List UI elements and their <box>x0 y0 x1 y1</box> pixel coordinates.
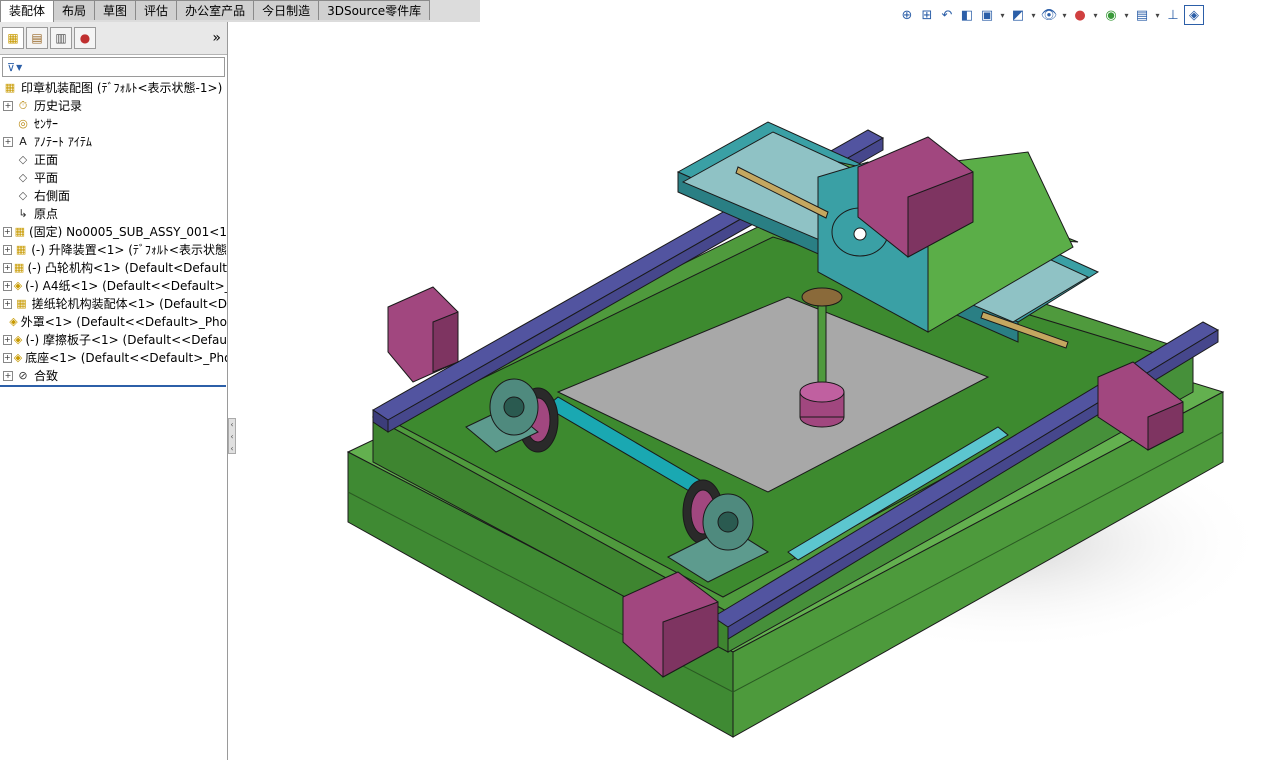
mates-icon: ⊘ <box>18 369 28 382</box>
expand-toggle[interactable]: + <box>3 245 13 255</box>
history-icon: ⏱ <box>18 99 28 112</box>
tree-item[interactable]: + ▦ (固定) No0005_SUB_ASSY_001<1 <box>0 223 227 241</box>
tree-item[interactable]: ◇ 正面 <box>0 151 227 169</box>
tree-item[interactable]: ◇ 右側面 <box>0 187 227 205</box>
configuration-manager-icon[interactable]: ▥ <box>50 27 72 49</box>
tree-item-label: ｱﾉﾃｰﾄ ｱｲﾃﾑ <box>34 135 92 149</box>
feature-manager-panel: ▦ ▤ ▥ ● » ⊽ ▼ ▦ 印章机装配图 (ﾃﾞﾌｫﾙﾄ<表示状態-1>) + ⏱ 历… <box>0 22 228 760</box>
tree-item[interactable]: + ◈ (-) 摩擦板子<1> (Default<<Defau <box>0 331 227 349</box>
part-icon: ◈ <box>9 315 18 328</box>
tree-item-label: 平面 <box>34 171 59 185</box>
tree-item[interactable]: + A ｱﾉﾃｰﾄ ｱｲﾃﾑ <box>0 133 227 151</box>
tree-filter[interactable]: ⊽ ▼ <box>2 57 225 77</box>
tree-item[interactable]: + ◈ 底座<1> (Default<<Default>_Pho <box>0 349 227 367</box>
assembly-icon: ▦ <box>14 225 26 238</box>
panel-tabs: ▦ ▤ ▥ ● » <box>0 22 227 55</box>
plane-icon: ◇ <box>18 189 28 202</box>
tab-2[interactable]: 草图 <box>94 0 137 20</box>
feature-manager-icon[interactable]: ▦ <box>2 27 24 49</box>
annotation-icon: A <box>19 135 27 148</box>
tree-item-label: (-) 升降装置<1> (ﾃﾞﾌｫﾙﾄ<表示状態 <box>31 243 227 257</box>
tree-item-label: 底座<1> (Default<<Default>_Pho <box>25 351 227 365</box>
tab-6[interactable]: 3DSource零件库 <box>318 0 431 20</box>
tree-item[interactable]: ↳ 原点 <box>0 205 227 223</box>
property-manager-icon[interactable]: ▤ <box>26 27 48 49</box>
tree-item-label: 原点 <box>34 207 59 221</box>
tree-item-label: 右側面 <box>34 189 71 203</box>
tree-item[interactable]: + ▦ 搓纸轮机构装配体<1> (Default<D <box>0 295 227 313</box>
tree-item-label: (-) A4纸<1> (Default<<Default>_ <box>25 279 227 293</box>
expand-toggle[interactable]: + <box>3 263 12 273</box>
tree-item-label: 搓纸轮机构装配体<1> (Default<D <box>31 297 227 311</box>
expand-toggle[interactable]: + <box>3 137 13 147</box>
tree-item[interactable]: ◈ 外罩<1> (Default<<Default>_Pho <box>0 313 227 331</box>
expand-toggle[interactable]: + <box>3 299 13 309</box>
panel-collapse-button[interactable]: » <box>212 30 221 46</box>
tree-root-label: 印章机装配图 (ﾃﾞﾌｫﾙﾄ<表示状態-1>) <box>21 81 223 95</box>
assembly-icon: ▦ <box>4 81 16 94</box>
tab-4[interactable]: 办公室产品 <box>176 0 255 20</box>
assembly-icon: ▦ <box>16 297 27 310</box>
tab-5[interactable]: 今日制造 <box>253 0 320 20</box>
tree-item-label: 历史记录 <box>34 99 83 113</box>
expand-toggle[interactable]: + <box>3 227 12 237</box>
tab-1[interactable]: 布局 <box>53 0 96 20</box>
part-icon: ◈ <box>13 351 23 364</box>
tree-rollback-bar[interactable] <box>0 385 226 387</box>
graphics-area[interactable] <box>228 22 1271 760</box>
display-manager-icon[interactable]: ● <box>74 27 96 49</box>
tree-item-label: (-) 摩擦板子<1> (Default<<Defau <box>25 333 227 347</box>
tree-item-label: 正面 <box>34 153 59 167</box>
tree-item-label: (-) 凸轮机构<1> (Default<Default <box>27 261 228 275</box>
assembly-icon: ▦ <box>13 261 25 274</box>
tree-item[interactable]: + ⏱ 历史记录 <box>0 97 227 115</box>
tree-item-label: (固定) No0005_SUB_ASSY_001<1 <box>28 225 227 239</box>
feature-tree: ▦ 印章机装配图 (ﾃﾞﾌｫﾙﾄ<表示状態-1>) + ⏱ 历史记录 ◎ ｾﾝｻｰ + A ｱﾉﾃ… <box>0 79 227 387</box>
expand-toggle[interactable]: + <box>3 371 13 381</box>
tree-item-label: 外罩<1> (Default<<Default>_Pho <box>20 315 227 329</box>
tree-item-label: 合致 <box>34 369 59 383</box>
tree-item[interactable]: + ▦ (-) 升降装置<1> (ﾃﾞﾌｫﾙﾄ<表示状態 <box>0 241 227 259</box>
plane-icon: ◇ <box>18 153 28 166</box>
expand-toggle[interactable]: + <box>3 281 12 291</box>
part-icon: ◈ <box>13 333 23 346</box>
origin-icon: ↳ <box>18 207 28 220</box>
tree-item[interactable]: + ▦ (-) 凸轮机构<1> (Default<Default <box>0 259 227 277</box>
tree-item-label: ｾﾝｻｰ <box>34 117 59 131</box>
tree-item[interactable]: + ⊘ 合致 <box>0 367 227 385</box>
filter-icon: ⊽ <box>7 60 16 74</box>
tree-item[interactable]: + ◈ (-) A4纸<1> (Default<<Default>_ <box>0 277 227 295</box>
tree-item[interactable]: ◇ 平面 <box>0 169 227 187</box>
command-manager-tabs: 装配体 布局 草图 评估 办公室产品 今日制造 3DSource零件库 <box>0 0 480 22</box>
sensor-icon: ◎ <box>18 117 28 130</box>
tab-3[interactable]: 评估 <box>135 0 178 20</box>
tree-item[interactable]: ◎ ｾﾝｻｰ <box>0 115 227 133</box>
expand-toggle[interactable]: + <box>3 353 12 363</box>
expand-toggle[interactable]: + <box>3 101 13 111</box>
plane-icon: ◇ <box>18 171 28 184</box>
assembly-icon: ▦ <box>15 243 27 256</box>
tree-root[interactable]: ▦ 印章机装配图 (ﾃﾞﾌｫﾙﾄ<表示状態-1>) <box>0 79 227 97</box>
part-icon: ◈ <box>13 279 23 292</box>
expand-toggle[interactable]: + <box>3 335 12 345</box>
assembly-model[interactable] <box>346 121 1268 738</box>
tab-0[interactable]: 装配体 <box>0 0 55 22</box>
